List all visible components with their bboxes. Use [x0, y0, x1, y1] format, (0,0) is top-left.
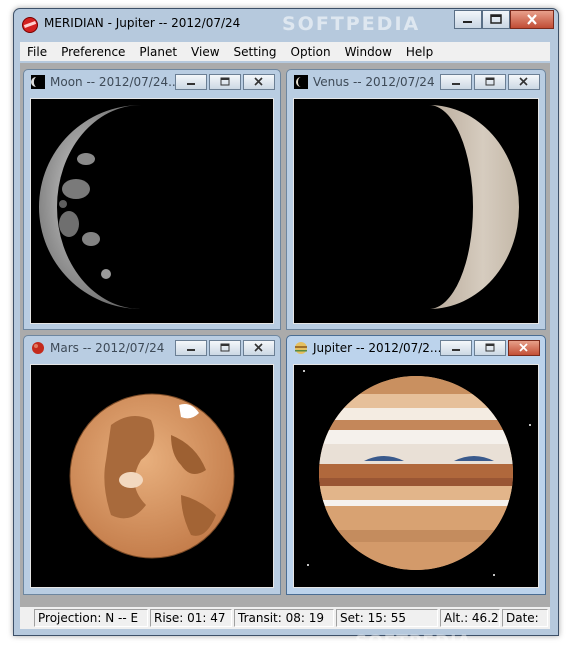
- app-icon[interactable]: [22, 17, 38, 33]
- jupiter-icon: [295, 342, 307, 354]
- venus-phase-image: [429, 105, 519, 309]
- watermark: SOFTPEDIA: [282, 13, 421, 35]
- moon-close-button[interactable]: [243, 74, 275, 90]
- jupiter-window-title: Jupiter -- 2012/07/2...: [313, 341, 442, 355]
- status-set: Set: 15: 55: [336, 609, 438, 627]
- close-icon: [519, 343, 528, 352]
- maximize-icon: [485, 77, 495, 86]
- watermark-bottom: SOFTPEDIA: [355, 632, 472, 652]
- maximize-icon: [485, 343, 495, 352]
- jupiter-window-buttons: [438, 340, 540, 356]
- moon-window[interactable]: Moon -- 2012/07/24...: [23, 69, 281, 330]
- mars-view: [30, 364, 274, 588]
- venus-window-title: Venus -- 2012/07/24: [313, 75, 435, 89]
- status-alt: Alt.: 46.25: [440, 609, 500, 627]
- mars-close-button[interactable]: [243, 340, 275, 356]
- venus-minimize-button[interactable]: [440, 74, 472, 90]
- jupiter-window[interactable]: Jupiter -- 2012/07/2...: [286, 335, 546, 595]
- mars-icon: [32, 342, 44, 354]
- status-date: Date:: [502, 609, 548, 627]
- moon-phase-image: [39, 105, 141, 309]
- venus-window[interactable]: Venus -- 2012/07/24: [286, 69, 546, 330]
- moon-window-buttons: [173, 74, 275, 90]
- window-title: MERIDIAN - Jupiter -- 2012/07/24: [44, 16, 241, 30]
- minimize-icon: [452, 349, 460, 351]
- status-transit: Transit: 08: 19: [234, 609, 334, 627]
- minimize-icon: [463, 21, 472, 23]
- venus-maximize-button[interactable]: [474, 74, 506, 90]
- menu-preference[interactable]: Preference: [54, 45, 132, 59]
- minimize-button[interactable]: [454, 10, 482, 29]
- menu-option[interactable]: Option: [284, 45, 338, 59]
- venus-close-button[interactable]: [508, 74, 540, 90]
- maximize-icon: [220, 343, 230, 352]
- close-button[interactable]: [510, 10, 554, 29]
- venus-window-buttons: [438, 74, 540, 90]
- jupiter-close-button[interactable]: [508, 340, 540, 356]
- menu-bar: File Preference Planet View Setting Opti…: [20, 42, 550, 61]
- moon-icon: [31, 75, 45, 89]
- mars-window[interactable]: Mars -- 2012/07/24: [23, 335, 281, 595]
- mars-image: [69, 393, 235, 559]
- main-window: MERIDIAN - Jupiter -- 2012/07/24 SOFTPED…: [13, 8, 559, 660]
- moon-window-title: Moon -- 2012/07/24...: [50, 75, 180, 89]
- menu-view[interactable]: View: [184, 45, 226, 59]
- close-icon: [519, 77, 528, 86]
- mars-minimize-button[interactable]: [175, 340, 207, 356]
- menu-setting[interactable]: Setting: [227, 45, 284, 59]
- maximize-icon: [490, 14, 502, 24]
- minimize-icon: [187, 83, 195, 85]
- close-icon: [527, 14, 537, 25]
- venus-icon: [294, 75, 308, 89]
- jupiter-image: [303, 370, 531, 576]
- maximize-button[interactable]: [482, 10, 510, 29]
- status-projection: Projection: N -- E: [34, 609, 148, 627]
- mdi-client-area: Moon -- 2012/07/24... Venus -- 2012/07/2…: [20, 63, 550, 660]
- menu-help[interactable]: Help: [399, 45, 440, 59]
- mars-maximize-button[interactable]: [209, 340, 241, 356]
- moon-maximize-button[interactable]: [209, 74, 241, 90]
- status-bar: Projection: N -- E Rise: 01: 47 Transit:…: [20, 607, 550, 629]
- jupiter-minimize-button[interactable]: [440, 340, 472, 356]
- status-rise: Rise: 01: 47: [150, 609, 232, 627]
- mars-window-title: Mars -- 2012/07/24: [50, 341, 165, 355]
- menu-file[interactable]: File: [20, 45, 54, 59]
- watermark-url: www.softpedia.com: [380, 650, 468, 660]
- minimize-icon: [187, 349, 195, 351]
- jupiter-maximize-button[interactable]: [474, 340, 506, 356]
- menu-window[interactable]: Window: [338, 45, 399, 59]
- venus-view: [293, 98, 539, 324]
- close-icon: [254, 77, 263, 86]
- jupiter-view: [293, 364, 539, 588]
- maximize-icon: [220, 77, 230, 86]
- moon-view: [30, 98, 274, 324]
- minimize-icon: [452, 83, 460, 85]
- mars-window-buttons: [173, 340, 275, 356]
- title-bar[interactable]: MERIDIAN - Jupiter -- 2012/07/24 SOFTPED…: [14, 9, 558, 39]
- menu-planet[interactable]: Planet: [132, 45, 184, 59]
- close-icon: [254, 343, 263, 352]
- caption-buttons: [454, 10, 554, 29]
- moon-minimize-button[interactable]: [175, 74, 207, 90]
